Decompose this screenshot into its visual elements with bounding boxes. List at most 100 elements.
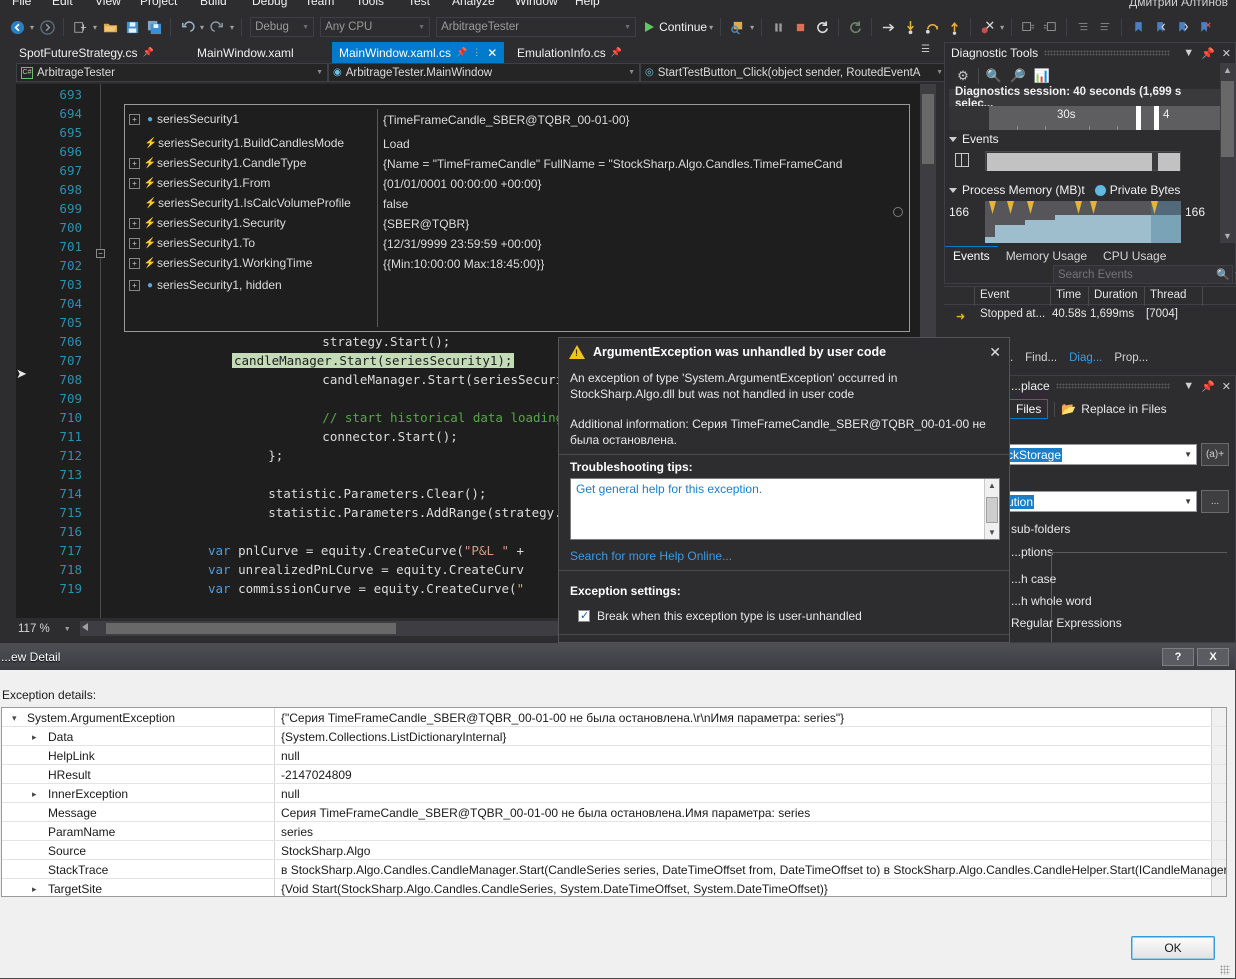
help-button[interactable]: ? <box>1162 648 1194 666</box>
break-all-icon[interactable] <box>768 17 788 37</box>
match-whole-word-label[interactable]: ...h whole word <box>1011 594 1092 608</box>
scroll-left-icon[interactable] <box>82 623 88 631</box>
table-row[interactable]: ▾ System.ArgumentException {"Серия TimeF… <box>2 708 1226 727</box>
include-subfolders-label[interactable]: sub-folders <box>1011 522 1070 536</box>
debugger-datatip[interactable]: + ● seriesSecurity1 {TimeFrameCandle_SBE… <box>124 104 910 332</box>
stop-debugging-icon[interactable] <box>790 17 810 37</box>
collapse-region-icon[interactable]: − <box>96 249 105 258</box>
table-row[interactable]: ParamName series <box>2 822 1226 841</box>
breakpoint-dropdown-icon[interactable]: ▾ <box>1000 23 1004 32</box>
close-icon[interactable]: ✕ <box>487 46 497 60</box>
step-into-icon[interactable] <box>900 17 920 37</box>
pin-icon[interactable]: 📌 <box>143 47 154 58</box>
close-icon[interactable]: ✕ <box>1222 380 1231 393</box>
events-lane[interactable] <box>985 151 1181 171</box>
save-all-icon[interactable] <box>144 17 164 37</box>
bookmark-icon[interactable] <box>1128 17 1148 37</box>
zoom-out-icon[interactable]: 🔎 <box>1006 65 1030 87</box>
scroll-up-icon[interactable]: ▲ <box>988 481 996 490</box>
break-when-unhandled-row[interactable]: Break when this exception type is user-u… <box>578 609 862 623</box>
chevron-down-icon[interactable]: ▼ <box>1184 450 1196 459</box>
scrollbar-thumb[interactable] <box>106 623 396 634</box>
show-graph-icon[interactable]: 📊 <box>1030 65 1054 87</box>
menu-item-file[interactable]: File <box>12 0 31 8</box>
menu-item-team[interactable]: Team <box>305 0 334 8</box>
tab-properties[interactable]: Prop... <box>1108 349 1154 367</box>
look-in-input[interactable]: ...ution ▼ <box>1005 491 1197 512</box>
process-memory-graph[interactable] <box>985 201 1181 243</box>
general-help-link[interactable]: Get general help for this exception. <box>576 482 762 496</box>
column-header-duration[interactable]: Duration <box>1094 289 1137 301</box>
search-events-input[interactable] <box>1054 267 1214 282</box>
zoom-in-icon[interactable]: 🔍 <box>982 65 1006 87</box>
gear-icon[interactable]: ⚙ <box>951 65 975 87</box>
hot-reload-icon[interactable] <box>845 17 865 37</box>
save-icon[interactable] <box>122 17 142 37</box>
search-help-online-link[interactable]: Search for more Help Online... <box>570 549 732 563</box>
previous-bookmark-icon[interactable] <box>1150 17 1170 37</box>
uncomment-icon[interactable] <box>1040 17 1060 37</box>
unpin-icon[interactable]: ⋮ <box>472 47 481 58</box>
clear-bookmarks-icon[interactable] <box>1194 17 1214 37</box>
expand-icon[interactable]: + <box>129 257 140 269</box>
outdent-icon[interactable] <box>1095 17 1115 37</box>
account-name[interactable]: Дмитрий Алтинов <box>1129 0 1228 9</box>
table-row[interactable]: ▸ InnerException null <box>2 784 1226 803</box>
close-button[interactable]: X <box>1197 648 1229 666</box>
search-events-box[interactable]: 🔍 ▼ <box>1053 265 1236 284</box>
datatip-row[interactable]: + ⚡ seriesSecurity1.Security <box>125 213 909 233</box>
exception-assistant-popup[interactable]: ArgumentException was unhandled by user … <box>558 337 1010 643</box>
expand-icon[interactable]: + <box>129 113 140 125</box>
table-row[interactable]: HResult -2147024809 <box>2 765 1226 784</box>
chevron-down-icon[interactable]: ▼ <box>1184 497 1196 506</box>
datatip-row[interactable]: + ● seriesSecurity1, hidden <box>125 275 909 295</box>
redo-dropdown-icon[interactable]: ▾ <box>230 23 234 32</box>
dialog-title-bar[interactable]: ...ew Detail ? X <box>0 644 1235 670</box>
forward-arrow-icon[interactable] <box>37 17 57 37</box>
column-header-thread[interactable]: Thread <box>1150 289 1186 301</box>
column-header-event[interactable]: Event <box>980 289 1009 301</box>
memory-section-header[interactable]: Process Memory (MB)t Private Bytes <box>949 183 1180 197</box>
startup-project-combo[interactable]: ArbitrageTester ▼ <box>436 17 637 37</box>
expand-icon[interactable]: ▸ <box>32 789 37 800</box>
column-header-time[interactable]: Time <box>1056 289 1081 301</box>
solution-platform-combo[interactable]: Any CPU ▼ <box>320 17 431 37</box>
tab-memory-usage[interactable]: Memory Usage <box>998 247 1095 266</box>
scrollbar-thumb[interactable] <box>986 497 998 523</box>
navbar-member-combo[interactable]: ◎ StartTestButton_Click(object sender, R… <box>640 63 948 82</box>
continue-button[interactable]: Continue <box>645 20 707 34</box>
show-next-statement-icon[interactable] <box>878 17 898 37</box>
menu-item-view[interactable]: View <box>95 0 121 8</box>
tab-spotfuturestrategy[interactable]: SpotFutureStrategy.cs 📌 <box>12 42 161 63</box>
navbar-type-combo[interactable]: ◉ ArbitrageTester.MainWindow ▼ <box>328 63 640 82</box>
navbar-project-combo[interactable]: C# ArbitrageTester ▼ <box>16 63 328 82</box>
use-regex-label[interactable]: Regular Expressions <box>1011 616 1122 630</box>
tab-cpu-usage[interactable]: CPU Usage <box>1095 247 1174 266</box>
scrollbar-thumb[interactable] <box>922 94 934 164</box>
events-section-header[interactable]: Events <box>949 132 999 146</box>
table-row[interactable]: ▸ TargetSite {Void Start(StockSharp.Algo… <box>2 879 1226 896</box>
scroll-down-icon[interactable]: ▼ <box>1223 231 1232 241</box>
new-project-dropdown-icon[interactable]: ▾ <box>93 23 97 32</box>
expand-icon[interactable]: ▸ <box>32 884 37 895</box>
close-icon[interactable]: ✕ <box>1222 47 1231 60</box>
tab-diagnostic[interactable]: Diag... <box>1063 349 1108 367</box>
undo-icon[interactable] <box>177 17 197 37</box>
find-what-input[interactable]: ...ckStorage ▼ <box>1005 444 1197 465</box>
continue-dropdown-icon[interactable]: ▾ <box>709 23 713 32</box>
breakpoint-icon[interactable] <box>977 17 997 37</box>
tab-find-2[interactable]: Find... <box>1019 349 1063 367</box>
collapse-icon[interactable]: ▾ <box>12 713 17 724</box>
comment-icon[interactable] <box>1018 17 1038 37</box>
redo-icon[interactable] <box>207 17 227 37</box>
tips-scrollbar[interactable]: ▲ ▼ <box>984 479 999 539</box>
break-when-unhandled-checkbox[interactable] <box>578 609 590 622</box>
troubleshooting-tips-box[interactable]: Get general help for this exception. ▲ ▼ <box>570 478 1000 540</box>
expand-icon[interactable]: ▸ <box>32 732 37 743</box>
browse-folder-button[interactable]: ... <box>1201 490 1229 513</box>
step-out-icon[interactable] <box>944 17 964 37</box>
restart-icon[interactable] <box>812 17 832 37</box>
pin-icon[interactable]: 📌 <box>611 47 622 58</box>
replace-in-files-button[interactable]: 📂 Replace in Files <box>1061 402 1166 416</box>
new-project-icon[interactable] <box>70 17 90 37</box>
